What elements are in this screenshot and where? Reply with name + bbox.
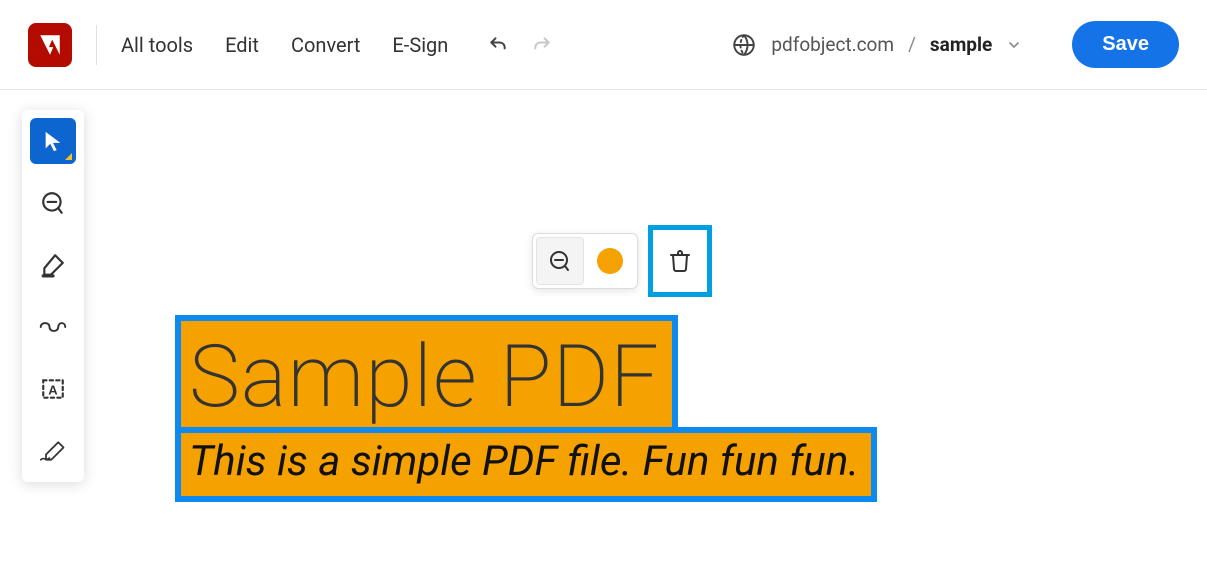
highlight-color-button[interactable] [586,237,634,285]
tool-highlight[interactable] [30,242,76,288]
menu-convert[interactable]: Convert [291,33,360,57]
breadcrumb-host: pdfobject.com [771,33,894,56]
delete-button-highlighted [648,225,712,297]
context-group [532,233,638,289]
globe-icon [731,32,757,58]
highlight-line-1[interactable]: Sample PDF [179,319,674,435]
delete-button[interactable] [658,239,702,283]
tool-sidebar: A [22,110,84,482]
chevron-down-icon[interactable] [1006,37,1022,53]
selection-context-toolbar [532,225,712,297]
tool-sign[interactable] [30,428,76,474]
document-canvas[interactable]: Sample PDF This is a simple PDF file. Fu… [120,110,1187,561]
undo-button[interactable] [484,31,512,59]
add-comment-button[interactable] [536,237,584,285]
main-menu: All tools Edit Convert E-Sign [121,33,448,57]
menu-esign[interactable]: E-Sign [392,33,448,57]
tool-add-text-box[interactable]: A [30,366,76,412]
save-button[interactable]: Save [1072,21,1179,68]
adobe-logo-icon [28,23,72,67]
divider [96,25,97,65]
app-header: All tools Edit Convert E-Sign pdfobject.… [0,0,1207,90]
highlight-line-2[interactable]: This is a simple PDF file. Fun fun fun. [179,431,873,498]
color-swatch-icon [597,248,623,274]
history-controls [484,31,556,59]
breadcrumb-sep: / [908,33,916,56]
tool-select[interactable] [30,118,76,164]
menu-all-tools[interactable]: All tools [121,33,193,57]
svg-text:A: A [48,382,58,397]
highlight-selection[interactable]: Sample PDF This is a simple PDF file. Fu… [175,315,877,502]
tool-comment[interactable] [30,180,76,226]
menu-edit[interactable]: Edit [225,33,259,57]
breadcrumb-filename[interactable]: sample [930,33,992,56]
redo-button[interactable] [528,31,556,59]
tool-draw-freeform[interactable] [30,304,76,350]
breadcrumb: pdfobject.com / sample [731,32,1022,58]
